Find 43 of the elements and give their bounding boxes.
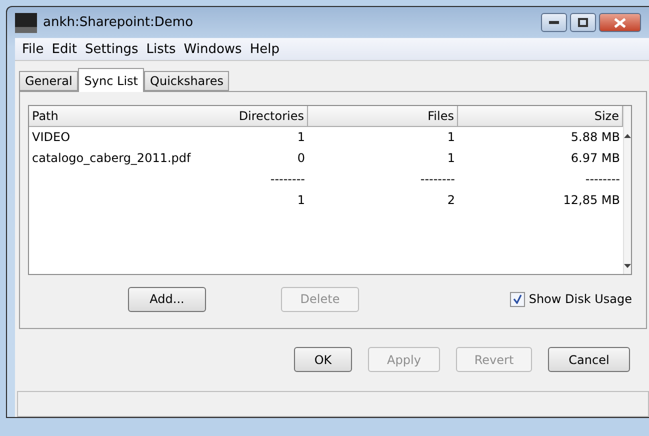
tab[interactable]: General xyxy=(19,71,78,91)
table-cell-text: 1 xyxy=(296,129,306,146)
dialog-button[interactable]: Cancel xyxy=(548,347,630,372)
checkbox[interactable] xyxy=(510,292,525,306)
scroll-down-icon[interactable] xyxy=(624,264,631,268)
menu-item[interactable]: Lists xyxy=(142,42,180,56)
scroll-up-icon[interactable] xyxy=(624,134,631,138)
menu-item[interactable]: Settings xyxy=(80,42,142,56)
table-cell-text: 0 xyxy=(296,150,306,167)
table-cell-text: VIDEO xyxy=(31,129,72,146)
column-header[interactable]: Size xyxy=(458,106,623,127)
list-button[interactable]: Add... xyxy=(128,286,206,312)
dialog-button[interactable]: OK xyxy=(294,347,352,372)
table-cell-text: 5.88 MB xyxy=(570,129,621,146)
menu-item[interactable]: Help xyxy=(246,42,284,56)
close-icon xyxy=(614,18,626,28)
table-cell-text: 12,85 MB xyxy=(562,192,621,209)
tab[interactable]: Sync List xyxy=(78,68,144,92)
maximize-button[interactable] xyxy=(570,13,596,32)
maximize-icon xyxy=(578,18,588,27)
column-header[interactable]: Directories xyxy=(229,106,308,127)
table-cell-text: 6.97 MB xyxy=(570,150,621,167)
table-cell-text: -------- xyxy=(419,171,456,188)
menu-item[interactable]: Windows xyxy=(180,42,246,56)
menu-item[interactable]: Edit xyxy=(48,42,81,56)
table-cell-text: -------- xyxy=(269,171,306,188)
minimize-button[interactable] xyxy=(541,13,567,32)
checkbox-label: Show Disk Usage xyxy=(528,292,632,306)
table-cell-text: catalogo_caberg_2011.pdf xyxy=(31,150,192,167)
tab[interactable]: Quickshares xyxy=(144,71,230,91)
column-header[interactable]: Path xyxy=(29,106,229,127)
minimize-icon xyxy=(549,20,559,24)
menu-item[interactable]: File xyxy=(18,42,48,56)
table-cell-text: -------- xyxy=(584,171,621,188)
table-cell-text: 1 xyxy=(446,129,456,146)
app-logo-icon xyxy=(15,12,37,32)
column-header[interactable]: Files xyxy=(308,106,458,127)
close-button[interactable] xyxy=(599,13,641,32)
table-cell-text: 1 xyxy=(446,150,456,167)
scrollbar[interactable] xyxy=(623,106,631,274)
table-cell-text: 1 xyxy=(296,192,306,209)
table-cell-text: 2 xyxy=(446,192,456,209)
window-title: ankh:Sharepoint:Demo xyxy=(43,15,194,30)
